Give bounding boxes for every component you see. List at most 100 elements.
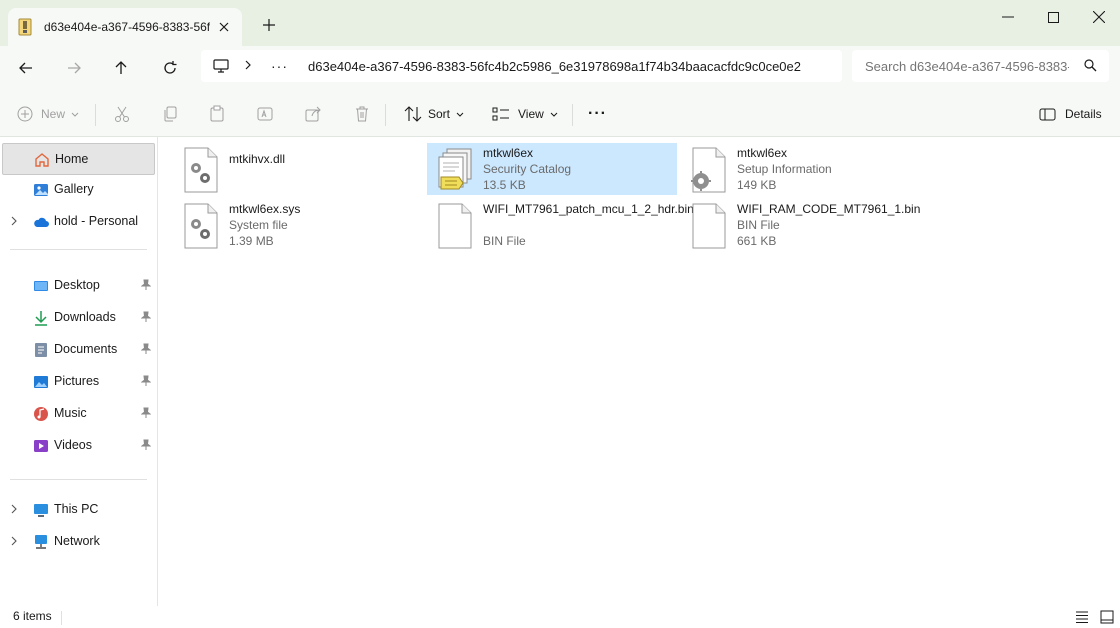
file-type: Security Catalog <box>483 162 572 176</box>
share-icon[interactable] <box>304 102 322 126</box>
blank-file-icon <box>692 203 726 249</box>
view-label: View <box>518 107 544 121</box>
plus-icon[interactable] <box>258 14 280 36</box>
new-button[interactable]: New <box>17 102 79 126</box>
search-input[interactable] <box>865 58 1069 74</box>
address-path[interactable]: d63e404e-a367-4596-8383-56fc4b2c5986_6e3… <box>308 59 828 74</box>
file-item[interactable]: WIFI_MT7961_patch_mcu_1_2_hdr.bin BIN Fi… <box>427 199 694 251</box>
address-bar[interactable]: ··· d63e404e-a367-4596-8383-56fc4b2c5986… <box>201 50 842 82</box>
pin-icon[interactable] <box>141 439 151 451</box>
sidebar-item-documents[interactable]: Documents <box>2 334 155 366</box>
computer-icon <box>34 504 48 517</box>
search-box[interactable] <box>852 50 1109 82</box>
sidebar-divider <box>10 479 147 480</box>
sidebar-item-pictures[interactable]: Pictures <box>2 366 155 398</box>
file-name: mtkwl6ex.sys <box>229 202 301 216</box>
sidebar-item-onedrive[interactable]: hold - Personal <box>2 206 155 238</box>
file-type: BIN File <box>483 234 526 248</box>
rename-icon[interactable] <box>256 102 274 126</box>
pin-icon[interactable] <box>141 375 151 387</box>
view-list-icon <box>492 107 509 121</box>
details-button[interactable]: Details <box>1039 102 1102 126</box>
command-bar: New Sort View ··· Details <box>0 90 1120 137</box>
details-label: Details <box>1065 107 1102 121</box>
more-options-button[interactable]: ··· <box>588 102 607 126</box>
arrow-up-icon[interactable] <box>107 54 135 82</box>
toolbar-divider <box>95 104 96 126</box>
file-size: 13.5 KB <box>483 178 526 192</box>
file-type: BIN File <box>737 218 780 232</box>
tab-close-icon[interactable] <box>214 17 234 37</box>
arrow-left-icon[interactable] <box>12 54 40 82</box>
pin-icon[interactable] <box>141 407 151 419</box>
download-icon <box>35 311 47 326</box>
sidebar-item-label: Downloads <box>54 310 116 324</box>
gallery-icon <box>34 184 48 196</box>
tab-current[interactable]: d63e404e-a367-4596-8383-56fc4b2c5986 <box>8 8 242 46</box>
network-icon <box>35 535 47 549</box>
large-icons-view-icon[interactable] <box>1099 609 1115 625</box>
file-size: 149 KB <box>737 178 777 192</box>
new-label: New <box>41 107 66 121</box>
chevron-right-icon[interactable] <box>11 216 17 226</box>
file-name: mtkwl6ex <box>737 146 788 160</box>
pin-icon[interactable] <box>141 311 151 323</box>
chevron-right-icon[interactable] <box>11 536 17 546</box>
navigation-bar: ··· d63e404e-a367-4596-8383-56fc4b2c5986… <box>0 46 1120 90</box>
music-icon <box>34 407 48 421</box>
pin-icon[interactable] <box>141 343 151 355</box>
home-icon <box>35 153 49 167</box>
close-icon[interactable] <box>1076 4 1120 30</box>
sidebar-item-network[interactable]: Network <box>2 526 155 558</box>
sidebar-item-desktop[interactable]: Desktop <box>2 270 155 302</box>
sort-label: Sort <box>428 107 451 121</box>
document-icon <box>35 343 47 357</box>
picture-icon <box>34 376 48 388</box>
sidebar-item-gallery[interactable]: Gallery <box>2 174 155 206</box>
chevron-right-icon[interactable] <box>11 504 17 514</box>
address-overflow-button[interactable]: ··· <box>271 58 288 74</box>
file-size: 1.39 MB <box>229 234 274 248</box>
computer-icon[interactable] <box>213 58 231 74</box>
delete-icon[interactable] <box>353 102 371 126</box>
search-icon[interactable] <box>1084 59 1097 72</box>
sidebar-item-label: Documents <box>54 342 118 356</box>
minimize-icon[interactable] <box>985 4 1031 30</box>
file-item[interactable]: mtkihvx.dll <box>173 143 423 195</box>
chevron-right-icon[interactable] <box>245 59 251 73</box>
sidebar-item-videos[interactable]: Videos <box>2 430 155 462</box>
file-item[interactable]: mtkwl6ex.sys System file 1.39 MB <box>173 199 423 251</box>
sort-button[interactable]: Sort <box>404 102 464 126</box>
tab-title: d63e404e-a367-4596-8383-56fc4b2c5986 <box>44 20 210 34</box>
status-bar: 6 items <box>0 606 1120 628</box>
sidebar-item-label: This PC <box>54 502 99 516</box>
chevron-down-icon <box>71 112 79 117</box>
sidebar-item-label: Gallery <box>54 182 94 196</box>
details-view-icon[interactable] <box>1074 609 1090 625</box>
setup-info-icon <box>691 147 726 193</box>
file-item[interactable]: mtkwl6ex Setup Information 149 KB <box>681 143 931 195</box>
file-item[interactable]: mtkwl6ex Security Catalog 13.5 KB <box>427 143 677 195</box>
sidebar-item-home[interactable]: Home <box>2 143 155 175</box>
arrow-right-icon[interactable] <box>60 54 88 82</box>
file-size: 661 KB <box>737 234 777 248</box>
pin-icon[interactable] <box>141 279 151 291</box>
security-catalog-icon <box>438 148 472 190</box>
paste-icon[interactable] <box>208 102 226 126</box>
navigation-pane: Home Gallery hold - Personal Desktop Dow… <box>0 137 158 606</box>
copy-icon[interactable] <box>161 102 179 126</box>
cut-icon[interactable] <box>113 102 131 126</box>
sidebar-item-this-pc[interactable]: This PC <box>2 494 155 526</box>
refresh-icon[interactable] <box>156 54 184 82</box>
maximize-icon[interactable] <box>1030 4 1076 30</box>
view-button[interactable]: View <box>492 102 558 126</box>
sidebar-item-music[interactable]: Music <box>2 398 155 430</box>
file-item[interactable]: WIFI_RAM_CODE_MT7961_1.bin BIN File 661 … <box>681 199 931 251</box>
file-type: System file <box>229 218 288 232</box>
sidebar-item-label: hold - Personal <box>54 214 139 228</box>
video-icon <box>34 440 48 452</box>
sidebar-item-downloads[interactable]: Downloads <box>2 302 155 334</box>
toolbar-divider <box>385 104 386 126</box>
sidebar-item-label: Home <box>55 152 89 166</box>
cloud-icon <box>34 217 49 227</box>
